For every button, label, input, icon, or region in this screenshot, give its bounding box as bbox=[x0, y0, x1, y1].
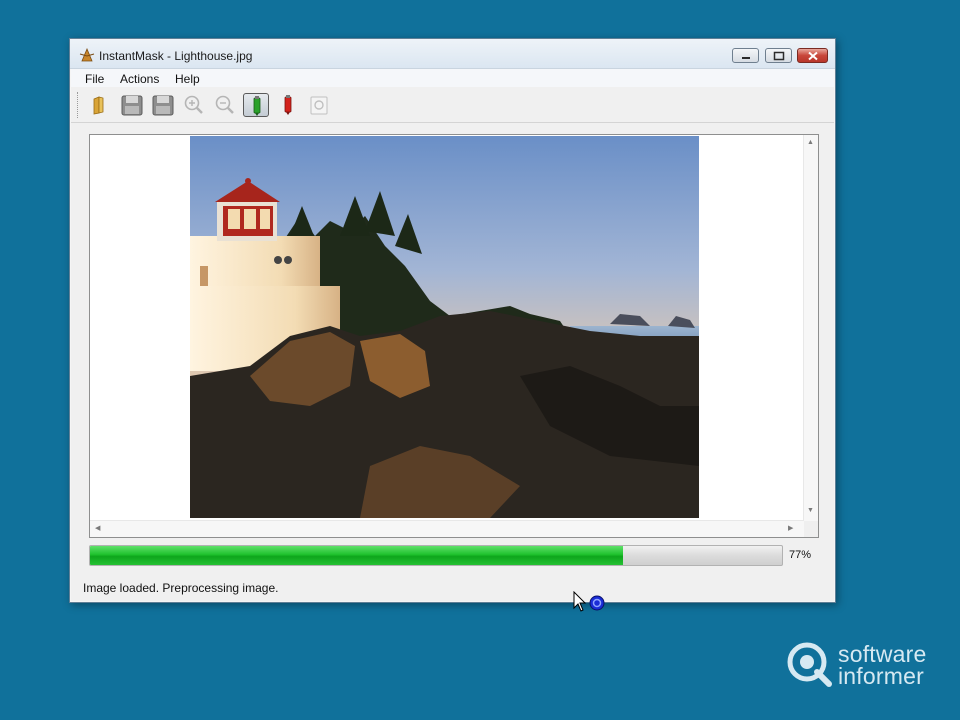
close-icon bbox=[808, 51, 818, 61]
horizontal-scrollbar[interactable]: ◀ ▶ bbox=[90, 520, 804, 537]
zoom-out-icon bbox=[215, 95, 234, 114]
vertical-scrollbar[interactable]: ▲ ▼ bbox=[803, 135, 818, 521]
menu-file[interactable]: File bbox=[85, 72, 104, 86]
menu-help[interactable]: Help bbox=[175, 72, 200, 86]
title-bar[interactable]: InstantMask - Lighthouse.jpg bbox=[70, 39, 835, 69]
mouse-cursor-icon bbox=[573, 591, 587, 612]
minimize-button[interactable] bbox=[732, 48, 759, 63]
folder-icon bbox=[93, 96, 104, 115]
scroll-left-arrow[interactable]: ◀ bbox=[95, 524, 100, 532]
progress-percent: 77% bbox=[789, 549, 812, 561]
minimize-icon bbox=[742, 57, 750, 59]
maximize-icon bbox=[773, 51, 785, 61]
progress-bar bbox=[89, 545, 783, 566]
zoom-out-button[interactable] bbox=[212, 93, 238, 117]
red-marker-icon bbox=[284, 95, 292, 115]
zoom-in-icon bbox=[184, 95, 203, 114]
software-informer-logo-icon bbox=[787, 642, 832, 687]
save-as-button[interactable] bbox=[150, 93, 176, 117]
busy-spinner-icon bbox=[589, 595, 605, 611]
app-window: InstantMask - Lighthouse.jpg File Action… bbox=[69, 38, 836, 603]
toolbar-grip[interactable] bbox=[77, 92, 81, 118]
scroll-down-arrow[interactable]: ▼ bbox=[807, 507, 814, 514]
scrollbar-corner bbox=[804, 521, 818, 537]
preview-button[interactable] bbox=[306, 93, 332, 117]
image-canvas[interactable]: ▲ ▼ ◀ ▶ bbox=[89, 134, 819, 538]
floppy-disk-icon bbox=[152, 95, 174, 116]
scroll-right-arrow[interactable]: ▶ bbox=[788, 524, 793, 532]
toolbar bbox=[71, 88, 834, 123]
watermark-text: software informer bbox=[838, 641, 927, 689]
scroll-up-arrow[interactable]: ▲ bbox=[807, 139, 814, 146]
zoom-in-button[interactable] bbox=[181, 93, 207, 117]
menu-actions[interactable]: Actions bbox=[120, 72, 159, 86]
green-marker-button[interactable] bbox=[243, 93, 269, 117]
green-marker-icon bbox=[253, 96, 261, 116]
save-button[interactable] bbox=[119, 93, 145, 117]
lighthouse-photo[interactable] bbox=[190, 136, 699, 518]
status-text: Image loaded. Preprocessing image. bbox=[83, 581, 279, 595]
preview-icon bbox=[310, 96, 328, 115]
red-marker-button[interactable] bbox=[275, 93, 301, 117]
floppy-disk-icon bbox=[121, 95, 143, 116]
maximize-button[interactable] bbox=[765, 48, 792, 63]
menu-bar: File Actions Help bbox=[71, 69, 834, 87]
watermark-line2: informer bbox=[838, 663, 924, 689]
app-icon bbox=[79, 48, 95, 62]
open-folder-button[interactable] bbox=[87, 93, 113, 117]
watermark-line1: software bbox=[838, 641, 927, 667]
progress-fill bbox=[90, 546, 623, 565]
close-button[interactable] bbox=[797, 48, 828, 63]
window-title: InstantMask - Lighthouse.jpg bbox=[99, 49, 253, 63]
